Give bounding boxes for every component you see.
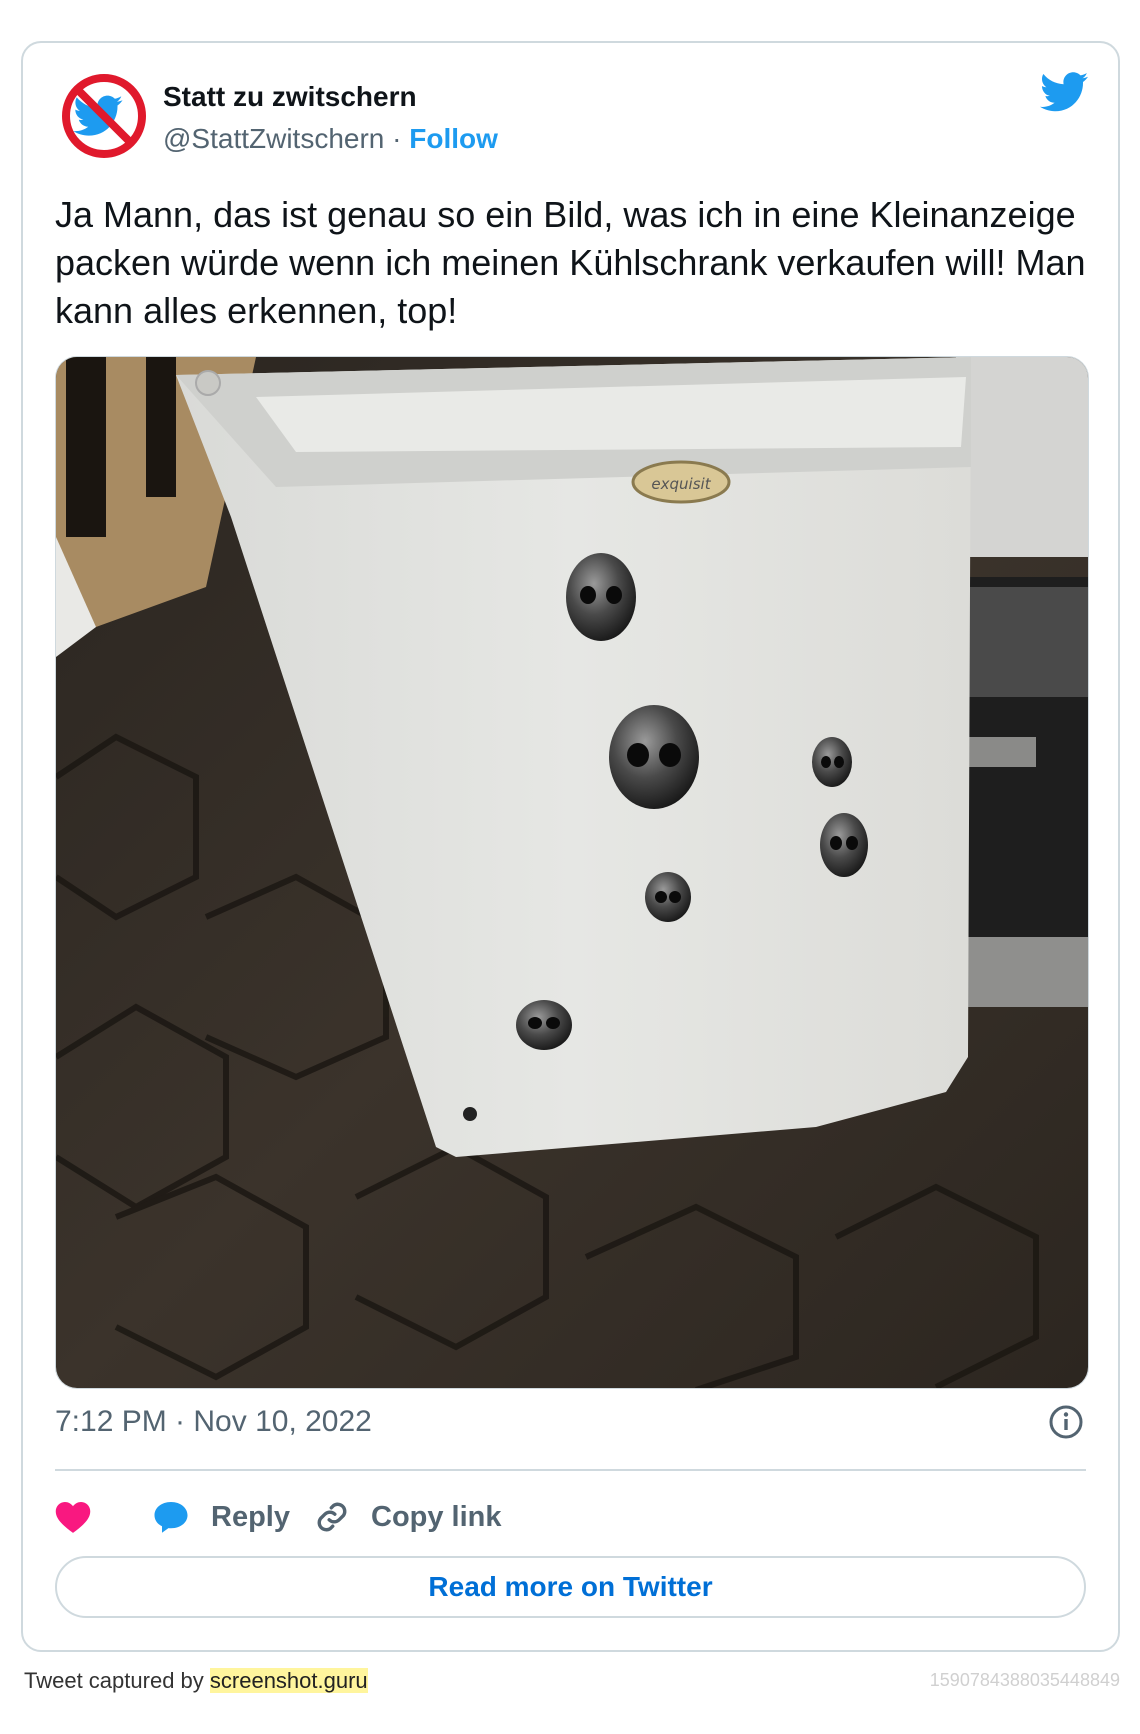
reply-bubble-icon [154, 1502, 188, 1533]
capture-prefix: Tweet captured by [24, 1668, 210, 1693]
capture-link[interactable]: screenshot.guru [209, 1668, 368, 1693]
tweet-id: 1590784388035448849 [929, 1670, 1120, 1690]
copy-link-label: Copy link [371, 1500, 502, 1533]
avatar[interactable] [59, 71, 149, 161]
read-more-label: Read more on Twitter [428, 1571, 713, 1602]
divider [55, 1469, 1086, 1471]
reply-label: Reply [211, 1500, 290, 1533]
follow-link[interactable]: Follow [409, 123, 498, 154]
photo-brand-badge: exquisit [651, 475, 711, 493]
heart-icon [55, 1502, 91, 1533]
tweet-header: Statt zu zwitschern @StattZwitschern · F… [59, 71, 1088, 171]
handle-row: @StattZwitschern · Follow [163, 123, 498, 155]
tweet-timestamp[interactable]: 7:12 PM · Nov 10, 2022 [55, 1405, 372, 1439]
copy-link-button[interactable]: Copy link [315, 1489, 502, 1545]
handle-separator: · [384, 123, 410, 154]
tweet-photo[interactable]: exquisit [55, 356, 1089, 1389]
tweet-actions: Reply Copy link [55, 1489, 855, 1545]
tweet-text: Ja Mann, das ist genau so ein Bild, was … [55, 194, 1086, 331]
twitter-logo-icon[interactable] [1040, 71, 1088, 113]
read-more-button[interactable]: Read more on Twitter [55, 1556, 1086, 1618]
info-icon[interactable] [1048, 1404, 1084, 1440]
user-display-name[interactable]: Statt zu zwitschern [163, 81, 417, 113]
tweet-card: Statt zu zwitschern @StattZwitschern · F… [21, 41, 1120, 1652]
reply-button[interactable]: Reply [153, 1489, 290, 1545]
user-handle[interactable]: @StattZwitschern [163, 123, 384, 154]
capture-credit: Tweet captured by screenshot.guru [24, 1668, 368, 1694]
like-button[interactable] [55, 1489, 91, 1545]
link-icon [317, 1502, 347, 1532]
